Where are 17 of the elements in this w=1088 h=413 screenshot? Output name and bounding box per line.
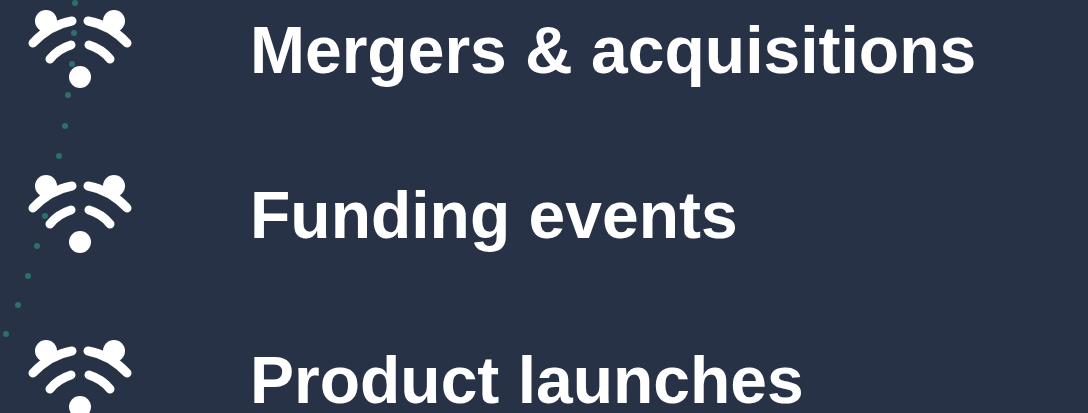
wifi-icon	[28, 175, 132, 255]
dot	[72, 0, 78, 6]
wifi-icon	[28, 340, 132, 413]
dot	[34, 243, 40, 249]
list-item-label: Funding events	[250, 176, 738, 254]
list-item-label: Product launches	[250, 341, 804, 413]
dot	[15, 302, 21, 308]
dot	[62, 123, 68, 129]
dot	[56, 153, 62, 159]
dot	[71, 30, 77, 36]
dot	[25, 273, 31, 279]
dot	[3, 331, 9, 337]
wifi-icon	[28, 10, 132, 90]
dot	[42, 213, 48, 219]
dot	[65, 92, 71, 98]
list-item-label: Mergers & acquisitions	[250, 11, 977, 89]
dot	[69, 61, 75, 67]
